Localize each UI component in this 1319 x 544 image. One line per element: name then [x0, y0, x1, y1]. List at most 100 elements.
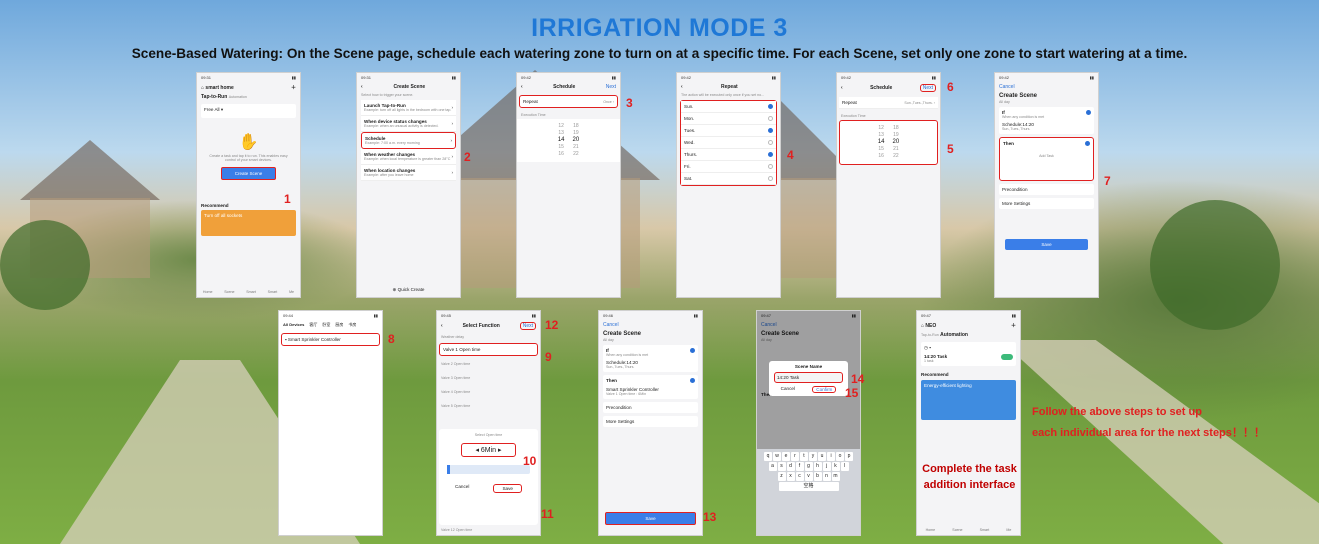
open-time-stepper[interactable]: ◂ 6Min ▸ — [461, 443, 516, 457]
tab-room[interactable]: 书房 — [348, 322, 356, 328]
condition-row[interactable]: Schedule:14:20 Sun.,Tues.,Thurs. — [1002, 122, 1091, 131]
keyboard-key[interactable]: w — [773, 452, 781, 461]
day-mon[interactable]: Mon. — [681, 113, 776, 125]
keyboard-key[interactable]: y — [809, 452, 817, 461]
add-icon[interactable]: ＋ — [1011, 322, 1016, 329]
keyboard-key[interactable]: n — [822, 472, 831, 481]
day-thu[interactable]: Thurs. — [681, 149, 776, 161]
nav-home[interactable]: Home — [926, 528, 936, 532]
add-icon[interactable]: ＋ — [291, 84, 296, 91]
more-settings-row[interactable]: More Settings — [603, 416, 698, 427]
keyboard-key[interactable]: g — [804, 462, 813, 471]
function-valve-4[interactable]: Valve 4 Open time — [437, 385, 540, 399]
tab-room[interactable]: 客厅 — [309, 322, 317, 328]
keyboard-key[interactable]: b — [813, 472, 822, 481]
keyboard-key[interactable]: i — [827, 452, 835, 461]
tab-automation[interactable]: Automation — [940, 332, 968, 338]
nav-scene[interactable]: Scene — [224, 290, 234, 294]
scene-name-input[interactable]: 14:20 Task — [774, 372, 843, 383]
trigger-device-status[interactable]: When device status changes Example: when … — [361, 116, 456, 132]
keyboard-key[interactable]: q — [764, 452, 772, 461]
back-icon[interactable]: ‹ — [681, 84, 683, 90]
keyboard-key[interactable]: a — [768, 462, 777, 471]
time-picker[interactable]: 12 13 14 15 16 18 19 20 21 22 — [517, 119, 620, 162]
nav-home[interactable]: Home — [203, 290, 213, 294]
nav-smart[interactable]: Smart — [980, 528, 990, 532]
task-toggle[interactable] — [1001, 354, 1013, 360]
time-picker[interactable]: 12 13 14 15 16 18 19 20 21 22 — [839, 120, 938, 165]
keyboard-key[interactable]: u — [818, 452, 826, 461]
keyboard-key[interactable]: z — [777, 472, 786, 481]
function-valve-3[interactable]: Valve 3 Open time — [437, 371, 540, 385]
recommend-card[interactable]: Turn off all sockets — [201, 210, 296, 236]
back-icon[interactable]: ‹ — [841, 85, 843, 91]
keyboard-key[interactable]: o — [836, 452, 844, 461]
task-card[interactable]: ◷ ▪ 14:20 Task 1 task — [921, 342, 1016, 366]
keyboard-key[interactable]: c — [795, 472, 804, 481]
day-sat[interactable]: Sat. — [681, 173, 776, 185]
keyboard-key[interactable]: d — [786, 462, 795, 471]
day-sun[interactable]: Sun. — [681, 101, 776, 113]
device-sprinkler[interactable]: ▪ Smart Sprinkler Controller — [281, 333, 380, 346]
function-weather-delay[interactable]: Weather delay — [437, 332, 540, 342]
precondition-row[interactable]: Precondition — [603, 402, 698, 413]
dialog-cancel-button[interactable]: Cancel — [781, 386, 795, 393]
next-button[interactable]: Next — [919, 84, 936, 92]
next-button[interactable]: Next — [606, 84, 616, 90]
trigger-schedule[interactable]: Schedule Example: 7:00 a.m. every morning… — [361, 132, 456, 149]
filter-dropdown[interactable]: Free All ▾ — [201, 104, 296, 118]
precondition-row[interactable]: Precondition — [999, 184, 1094, 195]
more-settings-row[interactable]: More Settings — [999, 198, 1094, 209]
repeat-row[interactable]: Repeat Once › — [519, 95, 618, 108]
repeat-row[interactable]: Repeat Sun.,Tues.,Thurs. › — [839, 97, 938, 109]
home-name[interactable]: NEO — [925, 323, 936, 329]
keyboard[interactable]: qwertyuiop asdfghjkl zxcvbnm 空格 — [757, 449, 860, 535]
tab-room[interactable]: 卧室 — [322, 322, 330, 328]
tab-tap-to-run[interactable]: Tap-to-Run — [921, 333, 939, 337]
keyboard-key[interactable]: v — [804, 472, 813, 481]
keyboard-key[interactable]: s — [777, 462, 786, 471]
function-valve-2[interactable]: Valve 2 Open time — [437, 357, 540, 371]
day-tue[interactable]: Tues. — [681, 125, 776, 137]
trigger-location[interactable]: When location changes Example: after you … — [361, 165, 456, 181]
cancel-button[interactable]: Cancel — [603, 322, 619, 328]
day-fri[interactable]: Fri. — [681, 161, 776, 173]
keyboard-key[interactable]: k — [831, 462, 840, 471]
create-scene-button[interactable]: Create Scene — [221, 167, 276, 180]
condition-row[interactable]: Schedule:14:20 Sun.,Tues.,Thurs. — [606, 360, 695, 369]
nav-scene[interactable]: Scene — [952, 528, 962, 532]
tab-tap-to-run[interactable]: Tap-to-Run — [201, 94, 227, 100]
trigger-tap-to-run[interactable]: Launch Tap-to-Run Example: turn off all l… — [361, 100, 456, 116]
function-valve-1[interactable]: Valve 1 Open time — [439, 343, 538, 356]
function-valve-5[interactable]: Valve 5 Open time — [437, 399, 540, 413]
nav-me[interactable]: Me — [289, 290, 294, 294]
keyboard-key[interactable]: p — [845, 452, 853, 461]
cancel-button[interactable]: Cancel — [999, 84, 1015, 90]
trigger-weather[interactable]: When weather changes Example: when local … — [361, 149, 456, 165]
tab-all-devices[interactable]: All Devices — [283, 322, 304, 328]
keyboard-key[interactable]: m — [831, 472, 840, 481]
nav-smart2[interactable]: Smart — [268, 290, 278, 294]
keyboard-key[interactable]: r — [791, 452, 799, 461]
task-row[interactable]: Smart Sprinkler Controller Valve 1 Open t… — [606, 387, 695, 396]
keyboard-key[interactable]: h — [813, 462, 822, 471]
cancel-button[interactable]: Cancel — [455, 484, 469, 493]
confirm-button[interactable]: Confirm — [812, 386, 837, 393]
keyboard-key[interactable]: j — [822, 462, 831, 471]
add-condition-icon[interactable] — [1086, 110, 1091, 115]
then-card[interactable]: Then Add Task — [999, 137, 1094, 181]
nav-me[interactable]: Me — [1006, 528, 1011, 532]
keyboard-key[interactable]: t — [800, 452, 808, 461]
tab-automation[interactable]: Automation — [229, 95, 247, 99]
quick-create-button[interactable]: ⊕ Quick Create — [357, 287, 460, 293]
recommend-card[interactable]: Energy-efficient lighting — [921, 380, 1016, 420]
keyboard-key[interactable]: e — [782, 452, 790, 461]
function-valve-12[interactable]: Valve 12 Open time — [441, 528, 472, 532]
save-button[interactable]: Save — [605, 512, 696, 525]
home-name[interactable]: ⌂ smart home — [201, 85, 234, 91]
keyboard-key[interactable]: x — [786, 472, 795, 481]
nav-smart[interactable]: Smart — [246, 290, 256, 294]
open-time-slider[interactable] — [447, 465, 530, 474]
keyboard-key[interactable]: f — [795, 462, 804, 471]
tab-room[interactable]: 厨房 — [335, 322, 343, 328]
